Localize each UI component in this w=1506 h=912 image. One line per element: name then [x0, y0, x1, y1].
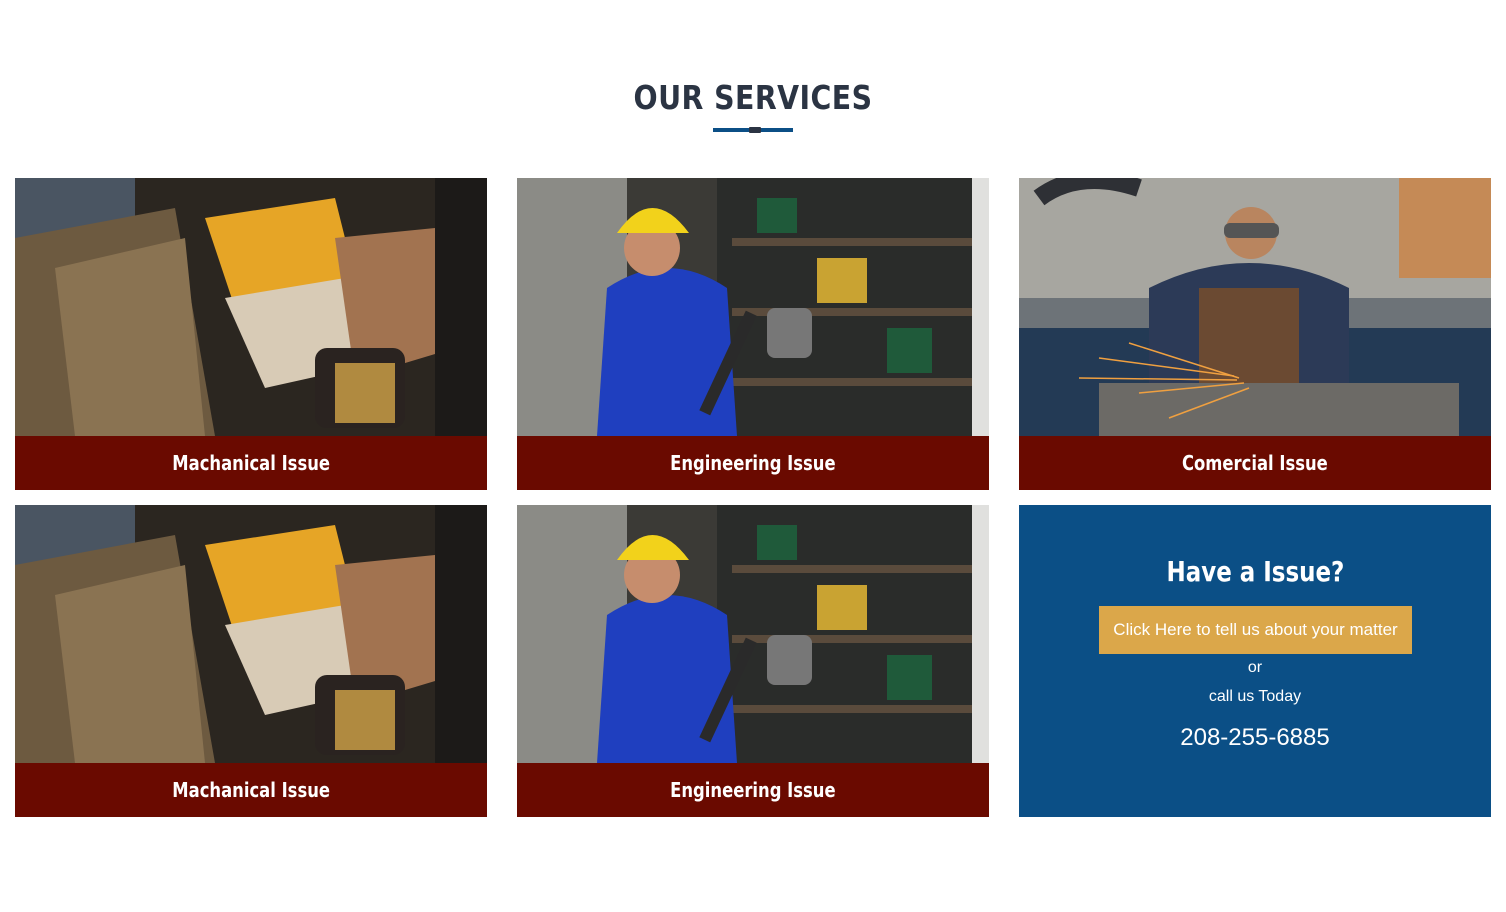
service-label: Engineering Issue [670, 778, 836, 802]
service-card-mechanical[interactable]: Machanical Issue [15, 178, 487, 490]
or-text: or [1247, 659, 1263, 676]
service-card-commercial[interactable]: Comercial Issue [1019, 178, 1491, 490]
service-label: Comercial Issue [1182, 451, 1328, 475]
service-label: Machanical Issue [172, 778, 330, 802]
service-card-engineering[interactable]: Engineering Issue [517, 505, 989, 817]
worker-hardhat-hammer-image [517, 178, 989, 436]
title-underline [713, 127, 793, 133]
call-us-text: call us Today [1208, 688, 1302, 705]
service-card-engineering[interactable]: Engineering Issue [517, 178, 989, 490]
service-card-mechanical[interactable]: Machanical Issue [15, 505, 487, 817]
worker-gloves-drill-image [15, 505, 487, 763]
tell-us-button[interactable]: Click Here to tell us about your matter [1099, 606, 1412, 654]
service-label: Machanical Issue [172, 451, 330, 475]
contact-cta-box: Have a Issue? Click Here to tell us abou… [1019, 505, 1491, 817]
service-label: Engineering Issue [670, 451, 836, 475]
cta-title: Have a Issue? [1166, 555, 1344, 588]
section-title: OUR SERVICES [633, 78, 873, 117]
phone-number-link[interactable]: 208-255-6885 [1019, 724, 1491, 752]
worker-grinder-sparks-image [1019, 178, 1491, 436]
worker-gloves-drill-image [15, 178, 487, 436]
title-underline-dash [749, 127, 761, 133]
worker-hardhat-hammer-image [517, 505, 989, 763]
